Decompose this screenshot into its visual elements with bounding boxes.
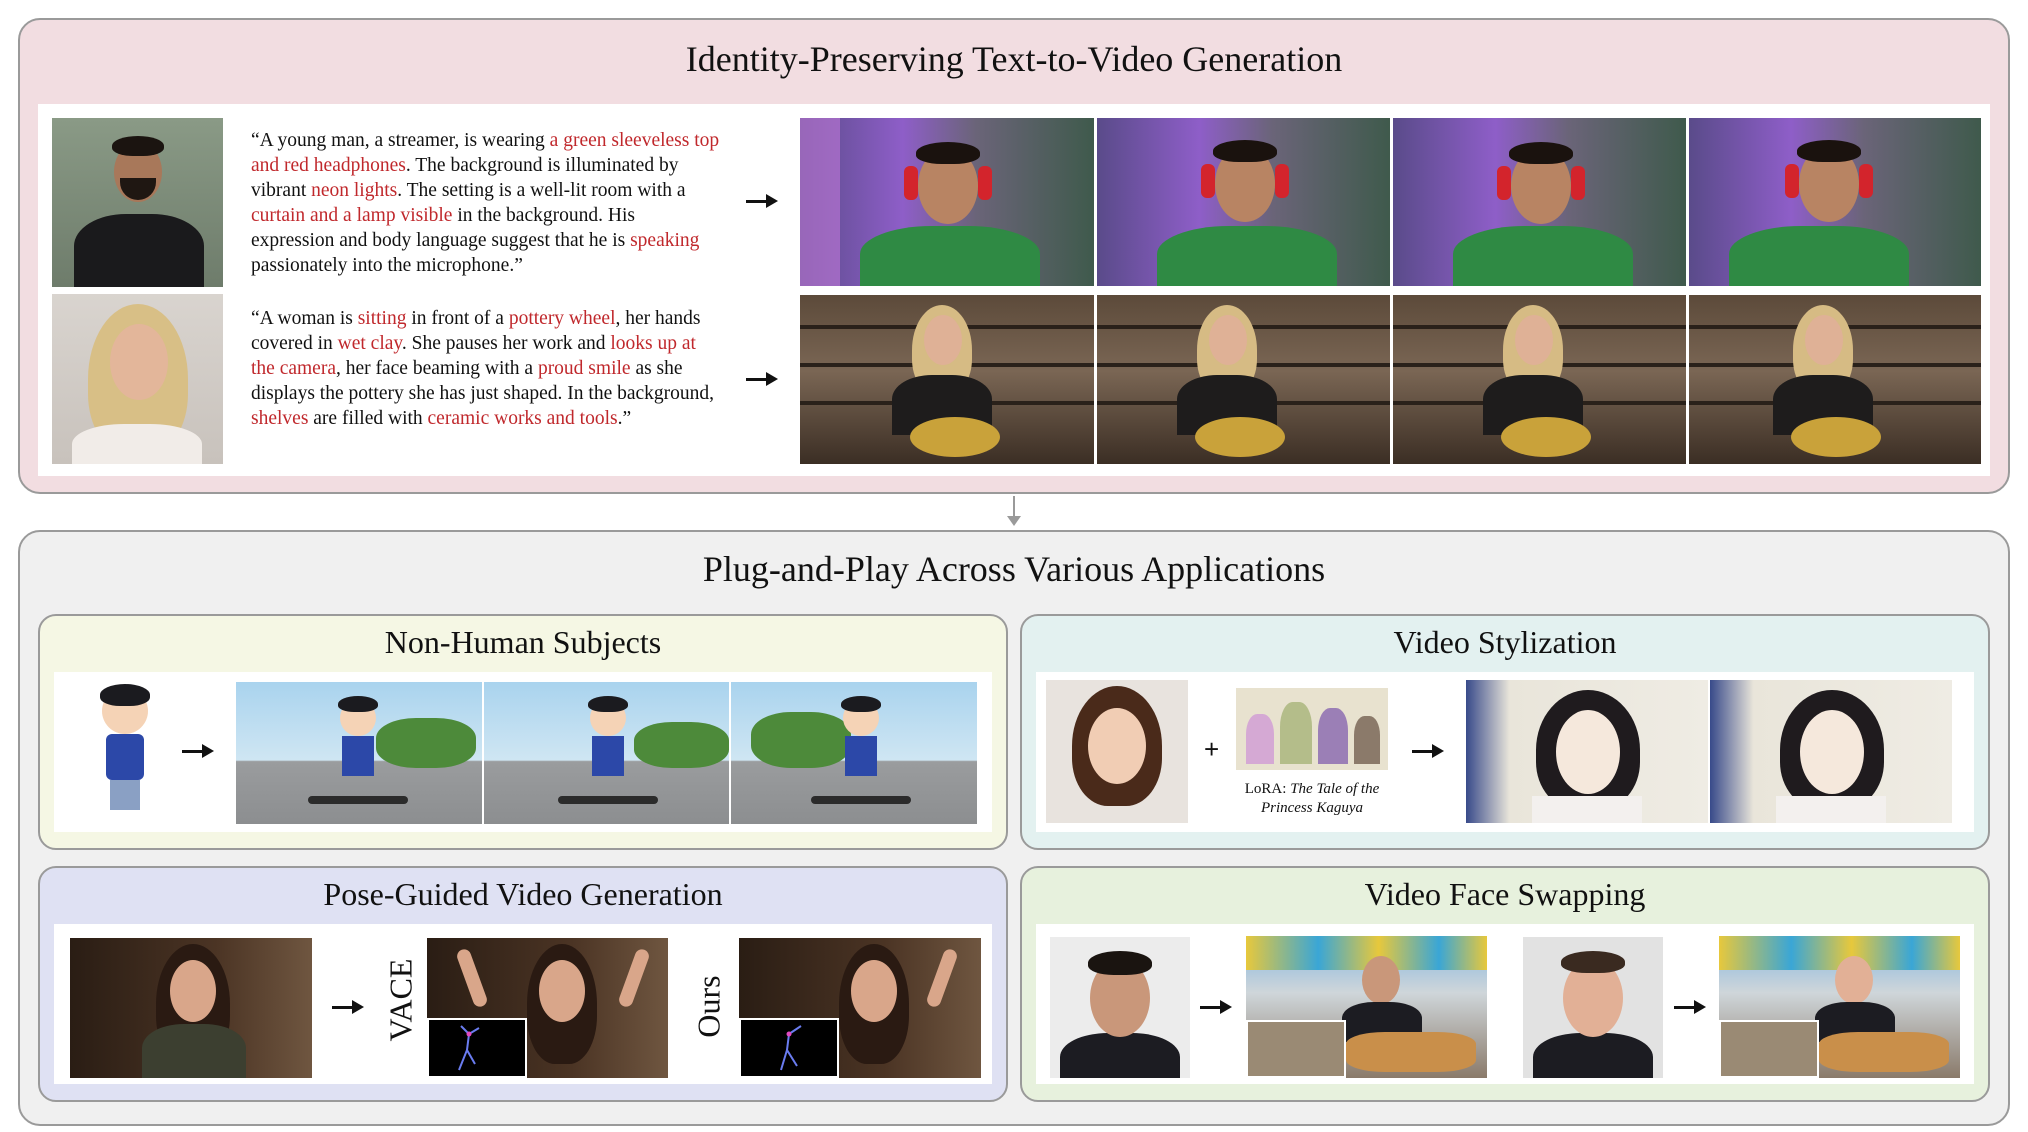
arrow-right-icon (1200, 1000, 1232, 1014)
prompt-segment: “A woman is (251, 308, 358, 329)
stylized-frame-2 (1710, 680, 1952, 823)
prompt-segment: “A young man, a streamer, is wearing (251, 130, 550, 151)
stylization-title: Video Stylization (1393, 624, 1617, 660)
prompt-highlight: ceramic works and tools (427, 408, 618, 429)
video-frame-streamer-3 (1393, 118, 1686, 286)
non-human-title: Non-Human Subjects (384, 624, 662, 660)
stylized-frame-1 (1466, 680, 1708, 823)
reference-photo-woman (52, 294, 223, 464)
lora-caption: LoRA: The Tale of the Princess Kaguya (1244, 781, 1380, 816)
cartoon-boy-reference (92, 684, 158, 824)
prompt-highlight: curtain and a lamp visible (251, 205, 453, 226)
reference-photo-man-suit-1 (1050, 937, 1190, 1078)
reference-photo-man (52, 118, 223, 287)
video-frame-streamer-1 (800, 118, 1094, 286)
top-title: Identity-Preserving Text-to-Video Genera… (685, 39, 1343, 79)
pose-skeleton-inset (739, 1018, 839, 1078)
prompt-segment: in front of a (406, 308, 509, 329)
video-frame-skateboard-3 (731, 682, 977, 824)
arrow-right-icon (746, 372, 778, 386)
prompt-segment: are filled with (308, 408, 428, 429)
prompt-text-pottery: “A woman is sitting in front of a potter… (251, 306, 721, 466)
face-swap-scene-1 (1246, 936, 1487, 1078)
label-vace: VACE (382, 958, 419, 1042)
video-frame-streamer-2 (1097, 118, 1390, 286)
arrow-right-icon (1674, 1000, 1706, 1014)
prompt-text-streamer: “A young man, a streamer, is wearing a g… (251, 128, 721, 288)
prompt-highlight: proud smile (537, 358, 631, 379)
connector-arrow-down-icon (1007, 516, 1021, 526)
inset-source-video (1246, 1020, 1346, 1078)
prompt-highlight: sitting (357, 308, 407, 329)
prompt-segment: . The setting is a well-lit room with a (397, 180, 686, 201)
connector-line (1013, 496, 1015, 518)
ours-output-frame (739, 938, 981, 1078)
video-frame-skateboard-1 (236, 682, 482, 824)
inset-source-video (1719, 1020, 1819, 1078)
plus-icon: + (1204, 734, 1220, 764)
arrow-right-icon (746, 194, 778, 208)
reference-photo-asian-woman (1046, 680, 1188, 823)
face-swap-scene-2 (1719, 936, 1960, 1078)
arrow-right-icon (182, 744, 214, 758)
vace-output-frame (427, 938, 668, 1078)
arrow-right-icon (1412, 744, 1444, 758)
prompt-segment: . She pauses her work and (401, 333, 611, 354)
lora-style-thumbnail (1236, 688, 1388, 770)
prompt-highlight: neon lights (311, 180, 398, 201)
pose-skeleton-inset (427, 1018, 527, 1078)
label-ours: Ours (690, 975, 727, 1038)
video-frame-pottery-2 (1097, 295, 1390, 464)
prompt-segment: , her face beaming with a (335, 358, 538, 379)
prompt-highlight: speaking (630, 230, 700, 251)
prompt-highlight: shelves (251, 408, 309, 429)
video-frame-pottery-4 (1689, 295, 1981, 464)
prompt-segment: .” (617, 408, 632, 429)
reference-photo-man-suit-2 (1523, 937, 1663, 1078)
pose-title: Pose-Guided Video Generation (323, 876, 723, 912)
video-frame-streamer-4 (1689, 118, 1981, 286)
prompt-segment: passionately into the microphone.” (251, 255, 523, 276)
video-frame-skateboard-2 (484, 682, 729, 824)
video-frame-pottery-3 (1393, 295, 1686, 464)
bottom-title: Plug-and-Play Across Various Application… (702, 549, 1326, 589)
face-swap-title: Video Face Swapping (1364, 876, 1646, 912)
prompt-highlight: pottery wheel (508, 308, 616, 329)
prompt-highlight: wet clay (337, 333, 402, 354)
arrow-right-icon (332, 1000, 364, 1014)
reference-photo-night-woman (70, 938, 312, 1078)
video-frame-pottery-1 (800, 295, 1094, 464)
